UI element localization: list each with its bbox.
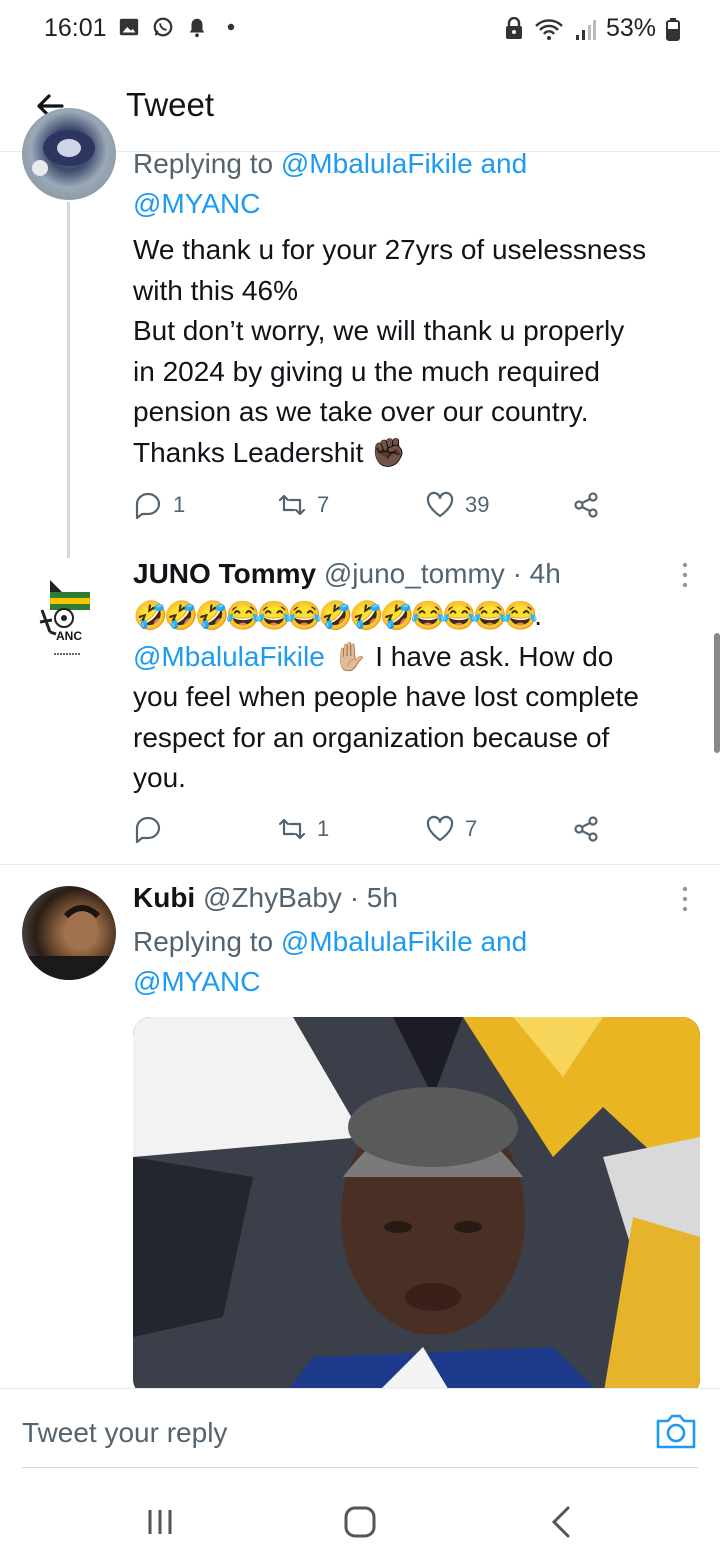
share-button[interactable]: [571, 490, 601, 520]
media-image: [133, 1017, 700, 1397]
reply-count: 1: [173, 492, 186, 517]
notification-bell-icon: [189, 18, 205, 38]
more-options-icon[interactable]: [680, 884, 690, 914]
replying-to-label: Replying to: [133, 148, 281, 179]
replying-to: Replying to @MbalulaFikile and @MYANC: [133, 144, 703, 224]
retweet-count: 1: [317, 816, 330, 841]
system-nav-bar: [0, 1480, 720, 1560]
avatar-tweet-3[interactable]: [22, 886, 116, 980]
gallery-icon: [119, 18, 139, 36]
tweet-line: Thanks Leadershit ✊🏿: [133, 436, 406, 468]
tweet-line: in 2024 by giving u the much required: [133, 355, 600, 387]
like-button[interactable]: 7: [425, 814, 477, 844]
battery-icon: [666, 17, 680, 41]
status-system-icons: 53%: [504, 14, 680, 43]
status-time: 16:01: [44, 14, 107, 42]
tweet-1-actions: 1 7 39: [133, 490, 613, 526]
reply-icon: [135, 816, 161, 844]
author-handle-time: @ZhyBaby · 5h: [203, 882, 398, 913]
wifi-icon: [535, 18, 563, 40]
replying-to-handles[interactable]: @MbalulaFikile and: [281, 148, 527, 179]
avatar-image: [32, 130, 95, 176]
tweet-line: pension as we take over our country.: [133, 396, 589, 427]
tweet-line: @MbalulaFikile ✋🏼 I have ask. How do: [133, 637, 703, 678]
reply-bar: Tweet your reply: [0, 1388, 720, 1480]
heart-icon: [426, 491, 454, 518]
tweet-2-body: 🤣🤣🤣😂😂😂🤣🤣🤣😂😂😂😂. @MbalulaFikile ✋🏼 I have …: [133, 596, 703, 799]
avatar-tweet-1[interactable]: [22, 108, 116, 200]
like-count: 7: [465, 816, 478, 841]
scrollbar[interactable]: [714, 633, 720, 753]
home-icon[interactable]: [340, 1502, 380, 1542]
retweet-button[interactable]: 1: [277, 814, 329, 844]
author-name: JUNO Tommy: [133, 558, 317, 589]
page-title: Tweet: [126, 86, 215, 123]
reply-icon: [135, 492, 161, 520]
replying-to-handle-2[interactable]: @MYANC: [133, 188, 260, 219]
status-notification-icons: [118, 16, 242, 38]
anc-logo-icon: ANC: [39, 580, 90, 655]
replying-to-handles[interactable]: @MbalulaFikile and: [281, 926, 527, 957]
reply-button[interactable]: [133, 814, 173, 844]
more-options-icon[interactable]: [680, 560, 690, 590]
retweet-icon: [278, 494, 306, 516]
thread-line: [67, 202, 70, 558]
share-button[interactable]: [571, 814, 601, 844]
share-icon: [574, 816, 598, 842]
status-bar: 16:01 53%: [0, 0, 720, 62]
author-handle-time: @juno_tommy · 4h: [323, 558, 561, 589]
lock-icon: [505, 16, 522, 39]
camera-icon[interactable]: [654, 1411, 698, 1451]
retweet-button[interactable]: 7: [277, 490, 329, 520]
heart-icon: [426, 815, 454, 842]
retweet-icon: [278, 818, 306, 840]
replying-to: Replying to @MbalulaFikile and @MYANC: [133, 922, 703, 1002]
mention-suffix: ✋🏼 I have ask. How do: [324, 640, 614, 672]
signal-icon: [575, 19, 596, 40]
dot-icon: [227, 23, 235, 31]
like-button[interactable]: 39: [425, 490, 489, 520]
battery-percent: 53%: [605, 14, 656, 42]
recent-apps-icon[interactable]: [140, 1502, 180, 1542]
tweet-2-actions: 1 7: [133, 814, 613, 850]
tweet-line: respect for an organization because of: [133, 721, 610, 753]
mention-link[interactable]: @MbalulaFikile: [133, 641, 325, 672]
reply-button[interactable]: 1: [133, 490, 185, 520]
tweet-line: But don’t worry, we will thank u properl…: [133, 315, 625, 346]
like-count: 39: [465, 492, 490, 517]
tweet-3-author[interactable]: Kubi @ZhyBaby · 5h: [133, 882, 398, 914]
avatar-image: [22, 905, 116, 980]
tweet-1-body: We thank u for your 27yrs of uselessness…: [133, 230, 703, 473]
replying-to-label: Replying to: [133, 926, 281, 957]
tweet-2-author[interactable]: JUNO Tommy @juno_tommy · 4h: [133, 558, 561, 590]
share-icon: [574, 492, 598, 518]
divider: [0, 864, 720, 865]
reply-underline: [22, 1467, 698, 1468]
author-name: Kubi: [133, 882, 196, 913]
tweet-3-media[interactable]: [133, 1017, 700, 1397]
tweet-line: you.: [133, 762, 186, 793]
tweet-line: you feel when people have lost complete: [133, 681, 639, 712]
tweet-line: We thank u for your 27yrs of uselessness: [133, 234, 647, 265]
back-icon[interactable]: [542, 1502, 582, 1542]
tweet-line: with this 46%: [133, 274, 298, 306]
avatar-logo-text: ANC: [56, 629, 82, 643]
avatar-tweet-2[interactable]: ANC: [32, 572, 102, 662]
whatsapp-icon: [153, 17, 173, 37]
replying-to-handle-2[interactable]: @MYANC: [133, 966, 260, 997]
retweet-count: 7: [317, 492, 330, 517]
emoji-line: 🤣🤣🤣😂😂😂🤣🤣🤣😂😂😂😂.: [133, 600, 542, 631]
reply-input[interactable]: Tweet your reply: [22, 1417, 227, 1449]
